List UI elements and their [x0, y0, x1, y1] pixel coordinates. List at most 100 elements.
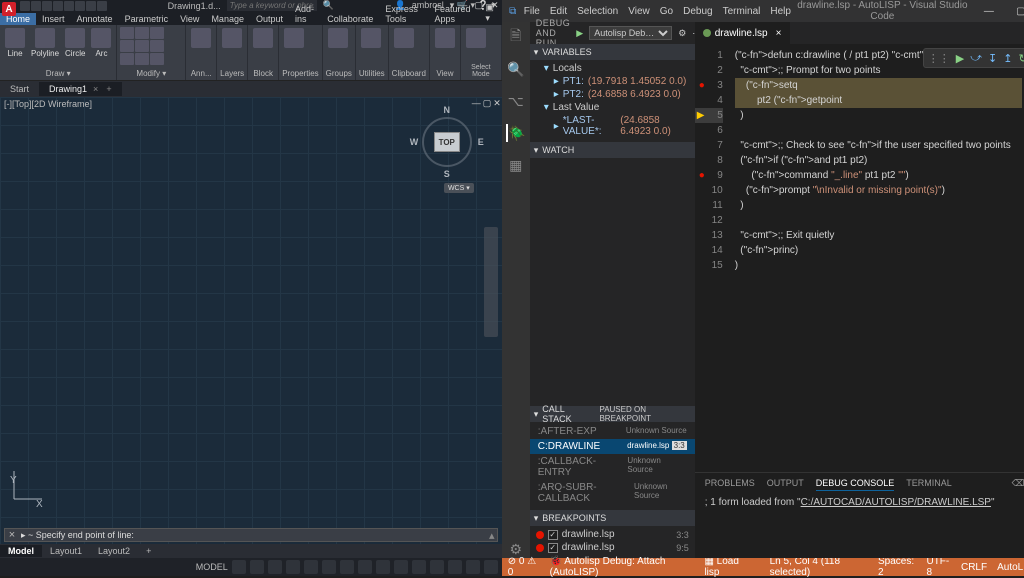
view-button[interactable] — [433, 27, 457, 49]
menu-debug[interactable]: Debug — [683, 6, 712, 17]
start-debug-icon[interactable]: ▶ — [576, 28, 583, 39]
doc-tab-drawing1[interactable]: Drawing1×+ — [39, 82, 122, 96]
layers-button[interactable] — [220, 27, 244, 49]
utilities-button[interactable] — [359, 27, 383, 49]
select-button[interactable] — [464, 27, 488, 49]
menu-selection[interactable]: Selection — [577, 6, 618, 17]
circle-button[interactable]: Circle — [63, 27, 87, 59]
navigation-bar[interactable] — [484, 227, 498, 337]
step-into-button[interactable]: ↧ — [988, 52, 997, 65]
stack-frame[interactable]: :ARQ-SUBR-CALLBACKUnknown Source — [530, 480, 695, 506]
tab-terminal[interactable]: TERMINAL — [906, 476, 952, 490]
autocad-statusbar[interactable]: MODEL — [0, 558, 502, 576]
debug-toolbar[interactable]: ⋮⋮ ▶ ⤻ ↧ ↥ ↻ ◼ — [923, 48, 1024, 68]
close-icon[interactable]: × — [776, 28, 782, 39]
section-variables[interactable]: ▾Variables — [530, 44, 695, 60]
ribbon-tab-insert[interactable]: Insert — [36, 13, 71, 25]
drawing-canvas[interactable]: —▢✕ [-][Top][2D Wireframe] TOP N S E W W… — [0, 97, 502, 544]
status-language[interactable]: AutoLISP — [997, 562, 1024, 573]
step-out-button[interactable]: ↥ — [1003, 52, 1012, 65]
continue-button[interactable]: ▶ — [956, 52, 964, 65]
var-pt2[interactable]: ▸PT2: (24.6858 6.4923 0.0) — [530, 88, 695, 101]
properties-button[interactable] — [282, 27, 306, 49]
editor-code[interactable]: ("c-fn">defun c:drawline ( / pt1 pt2) "c… — [729, 44, 1024, 472]
status-cursor[interactable]: Ln 5, Col 4 (118 selected) — [770, 556, 868, 578]
section-callstack[interactable]: ▾Call StackPAUSED ON BREAKPOINT — [530, 406, 695, 422]
status-model[interactable]: MODEL — [196, 562, 228, 572]
clipboard-button[interactable] — [392, 27, 416, 49]
scm-icon[interactable]: ⌥ — [507, 92, 525, 110]
menu-view[interactable]: View — [628, 6, 650, 17]
tab-layout1[interactable]: Layout1 — [42, 545, 90, 557]
autocad-window-buttons[interactable]: —▢✕ — [456, 0, 502, 11]
ribbon-tab-parametric[interactable]: Parametric — [119, 13, 175, 25]
ribbon-tab-manage[interactable]: Manage — [205, 13, 250, 25]
section-watch[interactable]: ▾Watch — [530, 142, 695, 158]
vscode-statusbar[interactable]: ⊘ 0 ⚠ 0 🐞 Autolisp Debug: Attach (AutoLI… — [502, 558, 1024, 576]
status-errors[interactable]: ⊘ 0 ⚠ 0 — [508, 556, 540, 578]
menu-go[interactable]: Go — [660, 6, 673, 17]
ribbon-tabs[interactable]: Home Insert Annotate Parametric View Man… — [0, 11, 502, 25]
ribbon-tab-view[interactable]: View — [174, 13, 205, 25]
status-spaces[interactable]: Spaces: 2 — [878, 556, 916, 578]
menu-help[interactable]: Help — [770, 6, 791, 17]
stack-frame[interactable]: :AFTER-EXPUnknown Source — [530, 424, 695, 439]
close-icon[interactable]: × — [93, 84, 98, 94]
vscode-window-buttons[interactable]: —▢✕ — [974, 6, 1024, 17]
polyline-button[interactable]: Polyline — [29, 27, 61, 59]
status-encoding[interactable]: UTF-8 — [926, 556, 951, 578]
document-tabs[interactable]: Start Drawing1×+ — [0, 81, 502, 97]
restart-button[interactable]: ↻ — [1018, 52, 1024, 65]
explorer-icon[interactable]: 🗎 — [507, 28, 525, 46]
panel-tabs[interactable]: PROBLEMS OUTPUT DEBUG CONSOLE TERMINAL ⌫… — [695, 473, 1024, 493]
line-button[interactable]: Line — [3, 27, 27, 59]
quick-access-toolbar[interactable] — [20, 1, 107, 11]
locals-node[interactable]: ▾Locals — [530, 62, 695, 75]
status-eol[interactable]: CRLF — [961, 562, 987, 573]
command-prompt[interactable]: ▸ ~ Specify end point of line: — [19, 530, 487, 541]
code-editor[interactable]: 12●34▶5678●9101112131415 ("c-fn">defun c… — [695, 44, 1024, 472]
activity-bar[interactable]: 🗎 🔍 ⌥ 🪲 ▦ ⚙ — [502, 22, 530, 558]
menu-edit[interactable]: Edit — [550, 6, 567, 17]
ribbon-tab-addins[interactable]: Add-ins — [289, 3, 321, 25]
tab-debug-console[interactable]: DEBUG CONSOLE — [816, 476, 895, 491]
status-debug-config[interactable]: 🐞 Autolisp Debug: Attach (AutoLISP) — [550, 556, 695, 578]
debug-config-select[interactable]: Autolisp Deb… — [589, 26, 672, 40]
ribbon-tab-output[interactable]: Output — [250, 13, 289, 25]
close-icon[interactable]: × — [5, 529, 19, 541]
editor-gutter[interactable]: 12●34▶5678●9101112131415 — [695, 44, 729, 472]
ribbon-tab-collab[interactable]: Collaborate — [321, 13, 379, 25]
ribbon-tab-annotate[interactable]: Annotate — [71, 13, 119, 25]
var-pt1[interactable]: ▸PT1: (19.7918 1.45052 0.0) — [530, 75, 695, 88]
tab-output[interactable]: OUTPUT — [767, 476, 804, 490]
editor-tabs[interactable]: drawline.lsp× — [695, 22, 1024, 44]
wcs-button[interactable]: WCS ▾ — [444, 183, 474, 193]
extensions-icon[interactable]: ▦ — [507, 156, 525, 174]
gear-icon[interactable]: ⚙ — [678, 28, 686, 39]
block-button[interactable] — [251, 27, 275, 49]
drag-handle-icon[interactable]: ⋮⋮ — [928, 52, 950, 65]
debug-console-output[interactable]: ; 1 form loaded from "C:/AUTOCAD/AUTOLIS… — [695, 493, 1024, 558]
tab-layout2[interactable]: Layout2 — [90, 545, 138, 557]
tab-add-layout[interactable]: + — [138, 545, 159, 557]
editor-tab-drawline[interactable]: drawline.lsp× — [695, 22, 791, 44]
clear-icon[interactable]: ⌫ — [1012, 478, 1024, 489]
arc-button[interactable]: Arc — [89, 27, 113, 59]
tab-model[interactable]: Model — [0, 545, 42, 557]
vscode-menu[interactable]: File Edit Selection View Go Debug Termin… — [524, 6, 791, 17]
var-lastvalue[interactable]: ▸*LAST-VALUE*: (24.6858 6.4923 0.0) — [530, 114, 695, 138]
viewport-label[interactable]: [-][Top][2D Wireframe] — [4, 99, 92, 109]
tab-problems[interactable]: PROBLEMS — [705, 476, 755, 490]
search-icon[interactable]: 🔍 — [507, 60, 525, 78]
status-load-lisp[interactable]: ▦ Load lisp — [704, 556, 749, 578]
search-icon[interactable]: 🔍 — [323, 0, 334, 11]
debug-icon[interactable]: 🪲 — [506, 124, 524, 142]
annotation-button[interactable] — [189, 27, 213, 49]
stack-frame[interactable]: C:DRAWLINEdrawline.lsp 3:3 — [530, 439, 695, 454]
modify-tools[interactable] — [120, 27, 164, 65]
ribbon-tab-express[interactable]: Express Tools — [379, 3, 428, 25]
stack-frame[interactable]: :CALLBACK-ENTRYUnknown Source — [530, 454, 695, 480]
menu-file[interactable]: File — [524, 6, 540, 17]
breakpoint-item[interactable]: ✓drawline.lsp9:5 — [530, 541, 695, 554]
lastvalue-node[interactable]: ▾Last Value — [530, 101, 695, 114]
